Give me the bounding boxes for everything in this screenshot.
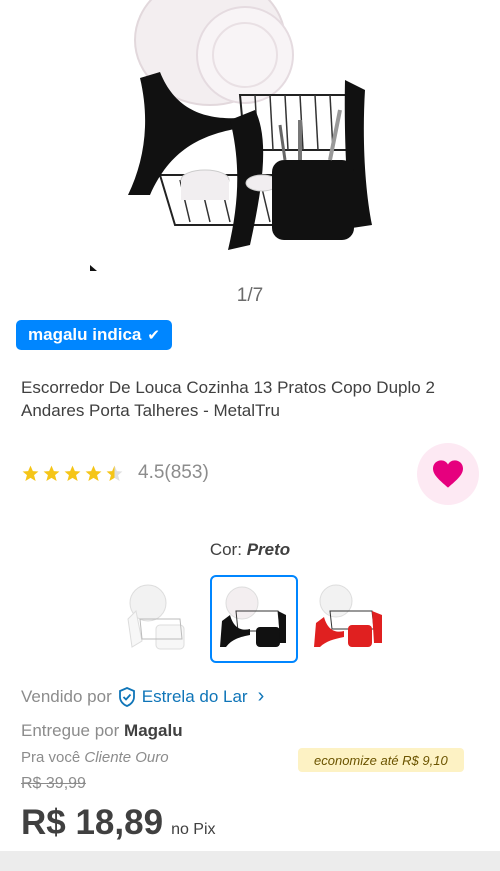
seller-prefix: Vendido por: [21, 686, 112, 706]
color-label-prefix: Cor:: [209, 540, 242, 559]
seller-row[interactable]: Vendido por Estrela do Lar ›: [21, 685, 264, 708]
savings-badge: economize até R$ 9,10: [298, 748, 464, 772]
price-suffix: no Pix: [171, 821, 216, 838]
branco-thumb: [127, 584, 185, 650]
rating-stars: [21, 464, 124, 483]
magalu-indica-badge: magalu indica ✔: [16, 320, 172, 350]
current-price: R$ 18,89: [21, 803, 164, 842]
color-option-vermelho[interactable]: [306, 575, 394, 663]
club-tier: Cliente Ouro: [84, 749, 169, 766]
color-option-preto[interactable]: [210, 575, 298, 663]
badge-label: magalu indica: [28, 325, 142, 344]
seller-store-link[interactable]: Estrela do Lar: [142, 687, 248, 707]
rating-text: 4.5(853): [138, 462, 209, 483]
check-icon: ✔: [147, 327, 160, 344]
star-icon: [43, 465, 60, 481]
half-star-icon: [106, 465, 123, 481]
delivery-prefix: Entregue por: [21, 721, 120, 740]
color-options: [114, 575, 394, 663]
star-icon: [64, 465, 81, 481]
favorite-button[interactable]: [417, 443, 479, 505]
bottom-bar: [0, 851, 500, 871]
star-icon: [22, 465, 39, 481]
selected-color: Preto: [246, 540, 291, 559]
product-image-gallery[interactable]: 1/7: [0, 0, 500, 306]
product-title: Escorredor De Louca Cozinha 13 Pratos Co…: [21, 378, 435, 420]
preto-thumb: [220, 586, 286, 647]
old-price: R$ 39,99: [21, 775, 86, 792]
club-info: Pra você Cliente Ouro: [21, 749, 169, 766]
rating[interactable]: 4.5(853): [21, 462, 209, 484]
heart-icon: [433, 460, 463, 488]
price-row: R$ 18,89 no Pix: [21, 803, 216, 843]
club-prefix: Pra você: [21, 749, 81, 766]
color-option-branco[interactable]: [114, 575, 202, 663]
product-image: [90, 0, 372, 271]
vermelho-thumb: [314, 584, 382, 647]
delivery-info: Entregue por Magalu: [21, 721, 183, 741]
star-icon: [85, 465, 102, 481]
verified-shield-icon: [118, 686, 135, 707]
color-label: Cor: Preto: [0, 540, 500, 560]
delivery-carrier: Magalu: [124, 721, 183, 740]
image-counter: 1/7: [236, 285, 264, 306]
chevron-right-icon: ›: [257, 685, 265, 707]
